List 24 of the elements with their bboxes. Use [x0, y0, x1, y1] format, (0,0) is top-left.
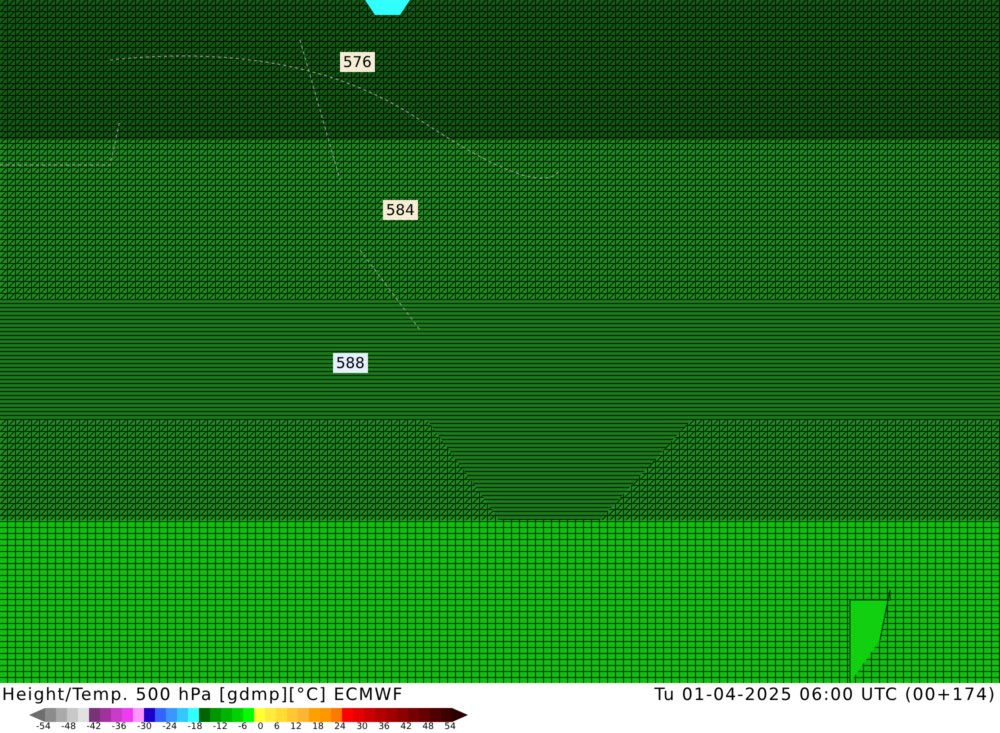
chart-title: Height/Temp. 500 hPa [gdmp][°C] ECMWF: [2, 685, 404, 705]
tick-label: -18: [188, 722, 202, 733]
tick-label: -24: [162, 722, 178, 733]
tick-label: 24: [334, 722, 346, 733]
tick-label: 42: [400, 722, 412, 733]
valid-time: Tu 01-04-2025 06:00 UTC (00+174): [654, 685, 996, 705]
tick-label: 30: [356, 722, 368, 733]
tick-label: -54: [36, 722, 51, 733]
tick-label: 0: [258, 722, 264, 733]
contour-label: 584: [383, 200, 418, 220]
tick-label: -30: [137, 722, 152, 733]
tick-label: 6: [274, 722, 280, 733]
tick-label: 12: [290, 722, 302, 733]
contour-label: 588: [333, 353, 368, 373]
tick-label: -42: [86, 722, 102, 733]
tick-label: 54: [444, 722, 456, 733]
tick-label: 18: [312, 722, 324, 733]
tick-label: 36: [378, 722, 390, 733]
tick-label: -6: [238, 722, 248, 733]
tick-label: -36: [112, 722, 126, 733]
contour-label: 576: [340, 52, 375, 72]
tick-label: -48: [61, 722, 76, 733]
tick-label: 48: [422, 722, 434, 733]
tick-label: -12: [212, 722, 228, 733]
